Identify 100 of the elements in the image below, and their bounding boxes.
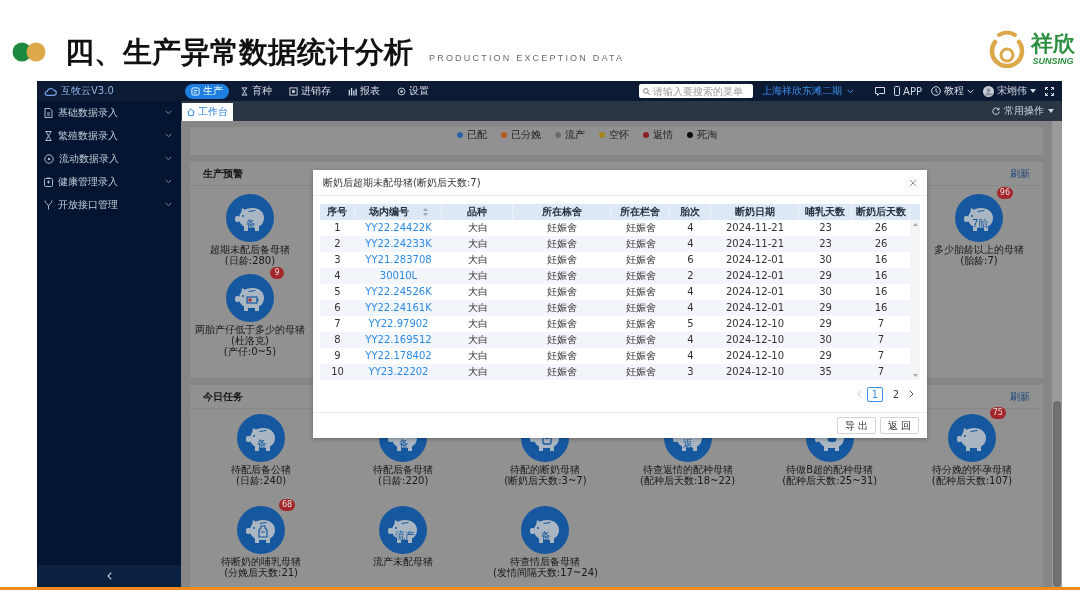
- table-cell-text: 2: [686, 269, 695, 283]
- item-label: 待断奶的哺乳母猪: [221, 556, 302, 567]
- table-cell-text: 大白: [466, 285, 489, 299]
- table-cell-text: 2024-12-10: [724, 333, 786, 347]
- app-link[interactable]: APP: [894, 85, 922, 97]
- table-cell-text: 妊娠舍: [624, 349, 657, 363]
- piggy-bank-icon[interactable]: [237, 414, 286, 462]
- count-badge: 96: [996, 187, 1013, 199]
- table-cell-text: 妊娠舍: [546, 365, 578, 379]
- table-cell-text: 7: [876, 333, 886, 347]
- table-cell-text: 妊娠舍: [546, 253, 578, 267]
- piggy-bank-icon[interactable]: [379, 506, 428, 554]
- item-label: 待配后备母猪: [373, 464, 434, 475]
- document-icon: [191, 86, 200, 96]
- table-cell-text: 8: [333, 333, 342, 347]
- logo-name: 祥欣: [1031, 32, 1075, 56]
- user-menu[interactable]: 宋翊伟: [983, 84, 1036, 98]
- ear-tag-link[interactable]: YY22.97902: [368, 318, 429, 329]
- sidebar-item[interactable]: 流动数据录入: [37, 147, 181, 170]
- ear-tag-link[interactable]: YY22.24526K: [365, 286, 432, 297]
- ear-tag-link[interactable]: YY22.178402: [365, 350, 432, 361]
- item-label: 待配后备公猪: [231, 464, 292, 475]
- table-cell-text: 30: [818, 253, 833, 267]
- count-badge: 9: [270, 267, 284, 279]
- table-cell-text: 23: [818, 221, 833, 235]
- collapse-icon[interactable]: [106, 572, 112, 580]
- close-icon[interactable]: [909, 178, 917, 187]
- table-cell-text: 16: [873, 253, 889, 267]
- ear-tag-link[interactable]: YY22.24422K: [365, 222, 432, 233]
- column-header: 序号: [327, 205, 347, 219]
- table-cell-text: 妊娠舍: [624, 301, 657, 315]
- nav-tab[interactable]: 设置: [391, 83, 435, 99]
- next-page-icon[interactable]: [909, 390, 914, 398]
- hourglass-icon: [240, 86, 249, 96]
- help-menu[interactable]: 教程: [931, 84, 974, 98]
- slide-title: 四、生产异常数据统计分析: [65, 35, 413, 69]
- item-condition: (产仔:0~5): [223, 346, 277, 357]
- item-label: 待查返情的配种母猪: [642, 464, 733, 475]
- document-icon: [44, 107, 53, 118]
- piggy-bank-icon[interactable]: [947, 414, 996, 462]
- table-cell-text: 2024-11-21: [724, 237, 786, 251]
- farm-selector[interactable]: 上海祥欣东滩二期: [762, 84, 855, 98]
- table-cell-text: 16: [873, 285, 889, 299]
- page-button[interactable]: 2: [888, 386, 904, 402]
- table-cell-text: 大白: [466, 301, 489, 315]
- phone-icon: [894, 86, 901, 96]
- item-condition: (日龄:280): [224, 255, 276, 266]
- piggy-bank-icon[interactable]: [955, 194, 1003, 242]
- column-header[interactable]: 场内编号: [368, 205, 428, 219]
- table-cell-text: 26: [873, 237, 889, 251]
- item-condition: (日龄:240): [235, 475, 287, 486]
- legend-label: 已分娩: [510, 128, 541, 142]
- table-cell-text: 大白: [466, 349, 489, 363]
- piggy-bank-icon[interactable]: [237, 506, 286, 554]
- piggy-bank-icon[interactable]: [226, 194, 274, 242]
- legend-label: 流产: [564, 128, 585, 142]
- column-header: 胎次: [680, 205, 700, 219]
- nav-tab[interactable]: 育种: [234, 83, 278, 99]
- quick-actions-menu[interactable]: 常用操作: [992, 104, 1062, 118]
- ring-logo-icon: [987, 30, 1027, 68]
- message-icon[interactable]: [875, 86, 886, 96]
- dialog-button[interactable]: 导出: [837, 417, 876, 434]
- scroll-up-icon[interactable]: [912, 223, 918, 226]
- app-name: 互牧云V3.0: [61, 84, 114, 98]
- nav-tab[interactable]: 进销存: [283, 83, 337, 99]
- table-cell-text: 妊娠舍: [624, 269, 657, 283]
- sidebar-item[interactable]: 基础数据录入: [37, 101, 181, 124]
- table-cell-text: 妊娠舍: [546, 269, 578, 283]
- ear-tag-link[interactable]: YY21.283708: [365, 254, 432, 265]
- table-cell-text: 2024-12-01: [724, 301, 786, 315]
- page-tab[interactable]: 工作台: [182, 103, 233, 121]
- clipboard-icon: [44, 176, 53, 187]
- dialog-button[interactable]: 返回: [880, 417, 919, 434]
- table-cell-text: 3: [333, 253, 342, 267]
- item-condition: (发情间隔天数:17~24): [492, 567, 598, 578]
- column-header: 断奶后天数: [855, 205, 906, 219]
- table-cell-text: 妊娠舍: [546, 237, 578, 251]
- table-cell-text: 大白: [466, 333, 489, 347]
- scroll-down-icon[interactable]: [912, 374, 918, 377]
- column-header: 所在栏舍: [620, 205, 660, 219]
- piggy-bank-icon[interactable]: [521, 506, 570, 554]
- nav-tab[interactable]: 报表: [342, 83, 386, 99]
- fullscreen-icon[interactable]: [1045, 86, 1054, 96]
- piggy-bank-icon[interactable]: [226, 274, 274, 322]
- sidebar-item[interactable]: 繁殖数据录入: [37, 124, 181, 147]
- table-cell-text: 2024-11-21: [724, 221, 786, 235]
- item-condition: (断奶后天数:3~7): [504, 475, 587, 486]
- chevron-down-icon: [165, 133, 172, 138]
- card-title: 今日任务: [203, 389, 243, 404]
- icon-glyph: 7胎: [972, 218, 989, 230]
- table-cell-text: 29: [818, 349, 833, 363]
- scrollbar-thumb[interactable]: [1053, 401, 1061, 587]
- sidebar-item[interactable]: 开放接口管理: [37, 193, 181, 216]
- search-field[interactable]: 请输入要搜索的菜单: [639, 84, 754, 98]
- table-cell-text: 2024-12-10: [724, 365, 786, 379]
- table-cell-text: 29: [818, 269, 833, 283]
- item-condition: (配种后天数:107): [931, 475, 1013, 486]
- sidebar-item[interactable]: 健康管理录入: [37, 170, 181, 193]
- count-badge: 68: [278, 499, 296, 511]
- nav-tab[interactable]: 生产: [185, 83, 229, 99]
